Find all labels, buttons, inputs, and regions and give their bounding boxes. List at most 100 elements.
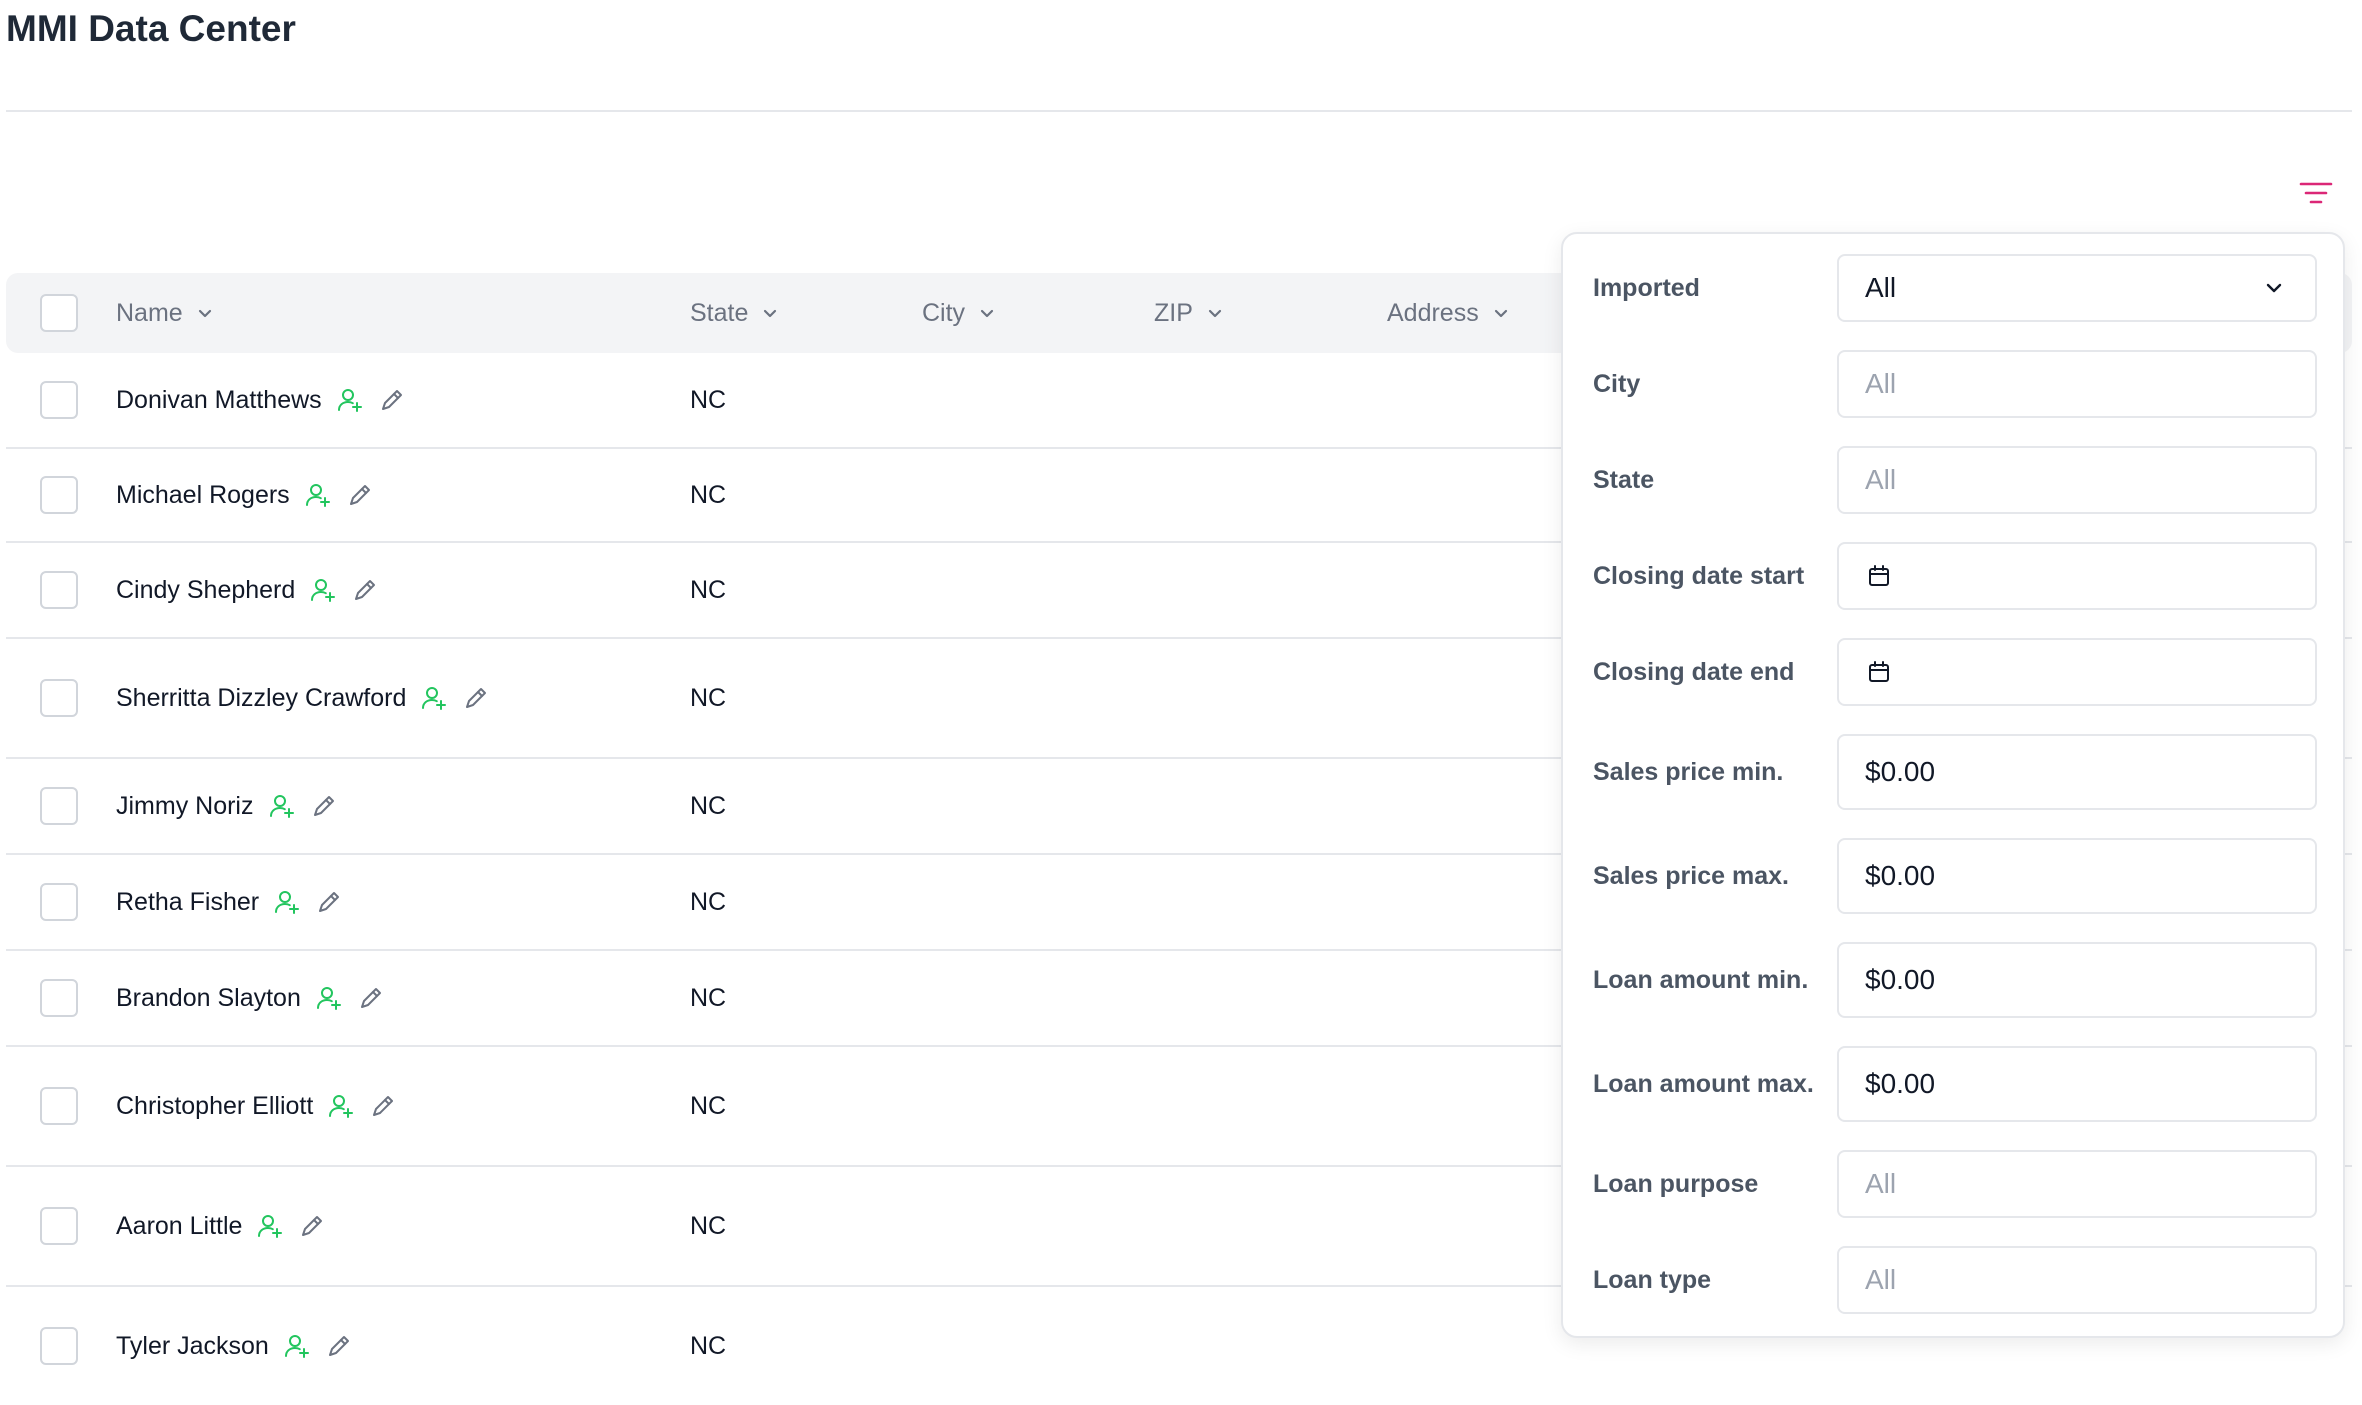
- filter-row-loan-type: Loan type All: [1563, 1246, 2343, 1314]
- imported-select[interactable]: All: [1837, 254, 2317, 322]
- imported-label: Imported: [1593, 273, 1700, 302]
- user-plus-icon[interactable]: [315, 984, 343, 1012]
- city-label: City: [1593, 369, 1641, 398]
- column-header-address[interactable]: Address: [1387, 273, 1511, 353]
- pencil-icon[interactable]: [325, 1332, 353, 1360]
- loan-type-input[interactable]: All: [1837, 1246, 2317, 1314]
- pencil-icon[interactable]: [351, 576, 379, 604]
- chevron-down-icon: [2266, 283, 2282, 293]
- row-checkbox[interactable]: [40, 381, 78, 419]
- filter-row-loan-max: Loan amount max. $0.00: [1563, 1046, 2343, 1122]
- contact-name: Sherritta Dizzley Crawford: [116, 683, 407, 712]
- contact-name: Brandon Slayton: [116, 983, 301, 1012]
- closing-date-start-input[interactable]: [1837, 542, 2317, 610]
- state-label: State: [1593, 465, 1655, 494]
- row-checkbox[interactable]: [40, 1087, 78, 1125]
- row-checkbox[interactable]: [40, 1207, 78, 1245]
- loan-amount-max-input[interactable]: $0.00: [1837, 1046, 2317, 1122]
- loan-type-label: Loan type: [1593, 1265, 1712, 1294]
- contact-name: Tyler Jackson: [116, 1331, 269, 1360]
- name-cell: Tyler Jackson: [116, 1287, 353, 1405]
- contact-name: Cindy Shepherd: [116, 575, 296, 604]
- chevron-down-icon: [980, 309, 994, 318]
- filter-panel: Imported All City All State All Closing …: [1561, 232, 2345, 1338]
- column-header-city[interactable]: City: [922, 273, 997, 353]
- loan-amount-min-label: Loan amount min.: [1593, 965, 1809, 994]
- calendar-icon: [1869, 565, 1889, 586]
- column-header-name[interactable]: Name: [116, 273, 215, 353]
- row-checkbox[interactable]: [40, 679, 78, 717]
- select-all-checkbox[interactable]: [40, 294, 78, 332]
- user-plus-icon[interactable]: [268, 792, 296, 820]
- row-checkbox[interactable]: [40, 1327, 78, 1365]
- city-input[interactable]: All: [1837, 350, 2317, 418]
- state-input[interactable]: All: [1837, 446, 2317, 514]
- sales-price-max-input[interactable]: $0.00: [1837, 838, 2317, 914]
- sales-price-min-input[interactable]: $0.00: [1837, 734, 2317, 810]
- header-divider: [6, 110, 2352, 112]
- filter-row-city: City All: [1563, 350, 2343, 418]
- loan-amount-min-input[interactable]: $0.00: [1837, 942, 2317, 1018]
- state-cell: NC: [690, 575, 727, 604]
- contact-name: Jimmy Noriz: [116, 791, 254, 820]
- pencil-icon[interactable]: [378, 386, 406, 414]
- state-cell: NC: [690, 683, 727, 712]
- name-cell: Brandon Slayton: [116, 951, 385, 1045]
- state-cell: NC: [690, 385, 727, 414]
- loan-amount-max-label: Loan amount max.: [1593, 1069, 1814, 1098]
- filter-row-loan-purpose: Loan purpose All: [1563, 1150, 2343, 1218]
- chevron-down-icon: [1208, 309, 1222, 318]
- filter-toggle-button[interactable]: [2296, 176, 2336, 210]
- imported-value: All: [1865, 272, 1897, 303]
- filter-lines-icon: [2299, 182, 2333, 204]
- contact-name: Donivan Matthews: [116, 385, 322, 414]
- user-plus-icon[interactable]: [283, 1332, 311, 1360]
- pencil-icon[interactable]: [315, 888, 343, 916]
- chevron-down-icon: [1494, 309, 1507, 318]
- user-plus-icon[interactable]: [273, 888, 301, 916]
- state-cell: NC: [690, 1211, 727, 1240]
- filter-row-loan-min: Loan amount min. $0.00: [1563, 942, 2343, 1018]
- sales-price-max-label: Sales price max.: [1593, 861, 1789, 890]
- pencil-icon[interactable]: [310, 792, 338, 820]
- user-plus-icon[interactable]: [309, 576, 337, 604]
- row-checkbox[interactable]: [40, 476, 78, 514]
- pencil-icon[interactable]: [346, 481, 374, 509]
- pencil-icon[interactable]: [298, 1212, 326, 1240]
- row-checkbox[interactable]: [40, 571, 78, 609]
- filter-row-closing-start: Closing date start: [1563, 542, 2343, 610]
- name-cell: Cindy Shepherd: [116, 543, 379, 637]
- loan-purpose-input[interactable]: All: [1837, 1150, 2317, 1218]
- filter-row-closing-end: Closing date end: [1563, 638, 2343, 706]
- state-cell: NC: [690, 1091, 727, 1120]
- column-header-zip[interactable]: ZIP: [1154, 273, 1225, 353]
- chevron-down-icon: [198, 309, 211, 318]
- user-plus-icon[interactable]: [304, 481, 332, 509]
- pencil-icon[interactable]: [369, 1092, 397, 1120]
- name-cell: Donivan Matthews: [116, 353, 406, 447]
- row-checkbox[interactable]: [40, 979, 78, 1017]
- row-checkbox[interactable]: [40, 883, 78, 921]
- name-cell: Christopher Elliott: [116, 1047, 397, 1165]
- calendar-icon: [1869, 661, 1889, 682]
- name-cell: Aaron Little: [116, 1167, 326, 1285]
- user-plus-icon[interactable]: [327, 1092, 355, 1120]
- contact-name: Christopher Elliott: [116, 1091, 314, 1120]
- row-checkbox[interactable]: [40, 787, 78, 825]
- chevron-down-icon: [764, 309, 777, 318]
- sales-price-min-label: Sales price min.: [1593, 757, 1784, 786]
- column-header-state[interactable]: State: [690, 273, 780, 353]
- user-plus-icon[interactable]: [256, 1212, 284, 1240]
- contact-name: Aaron Little: [116, 1211, 243, 1240]
- state-cell: NC: [690, 983, 727, 1012]
- closing-date-end-input[interactable]: [1837, 638, 2317, 706]
- closing-date-end-label: Closing date end: [1593, 657, 1795, 686]
- name-cell: Sherritta Dizzley Crawford: [116, 639, 490, 757]
- pencil-icon[interactable]: [462, 684, 490, 712]
- pencil-icon[interactable]: [357, 984, 385, 1012]
- user-plus-icon[interactable]: [420, 684, 448, 712]
- filter-row-imported: Imported All: [1563, 254, 2343, 322]
- name-cell: Jimmy Noriz: [116, 759, 338, 853]
- user-plus-icon[interactable]: [336, 386, 364, 414]
- contact-name: Michael Rogers: [116, 480, 290, 509]
